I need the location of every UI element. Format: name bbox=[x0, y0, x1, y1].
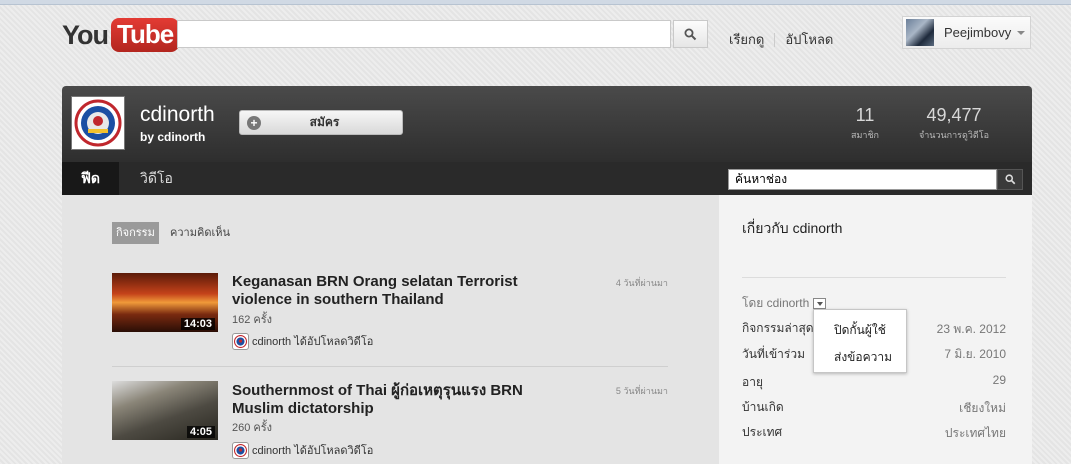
tab-comments[interactable]: ความคิดเห็น bbox=[170, 222, 230, 244]
row-value-hometown: เชียงใหม่ bbox=[959, 401, 1006, 415]
plus-icon: + bbox=[247, 115, 261, 130]
stat-video-views: 49,477 จำนวนการดูวิดีโอ bbox=[909, 105, 999, 142]
subscribe-label: สมัคร bbox=[309, 115, 340, 129]
video-time: 5 วันที่ผ่านมา bbox=[615, 386, 668, 396]
chevron-down-icon bbox=[816, 301, 823, 306]
logo-tube: Tube bbox=[111, 18, 180, 52]
stat-caption: สมาชิก bbox=[850, 130, 880, 140]
search-icon bbox=[1004, 174, 1015, 185]
byline-text: โดย cdinorth bbox=[742, 296, 810, 310]
upload-link[interactable]: อัปโหลด bbox=[785, 29, 833, 50]
row-value-last-activity: 23 พ.ค. 2012 bbox=[936, 322, 1006, 336]
video-title[interactable]: Southernmost of Thai ผู้ก่อเหตุรุนแรง BR… bbox=[232, 382, 562, 418]
video-views: 162 ครั้ง bbox=[232, 314, 273, 326]
channel-header: cdinorth by cdinorth + สมัคร 11 สมาชิก 4… bbox=[62, 86, 1032, 162]
chevron-down-icon bbox=[1017, 30, 1026, 35]
channel-byline: by cdinorth bbox=[140, 130, 206, 144]
uploader-text[interactable]: cdinorth ได้อัปโหลดวิดีโอ bbox=[252, 441, 373, 459]
link-separator bbox=[774, 32, 776, 47]
stat-caption: จำนวนการดูวิดีโอ bbox=[918, 130, 989, 140]
video-thumbnail[interactable]: 4:05 bbox=[112, 381, 218, 440]
stat-subscribers: 11 สมาชิก bbox=[835, 105, 895, 142]
row-label-country: ประเทศ bbox=[742, 425, 783, 439]
row-label-last-activity: กิจกรรมล่าสุด bbox=[742, 321, 814, 335]
stat-number: 11 bbox=[855, 105, 875, 125]
menu-item-send-message[interactable]: ส่งข้อความ bbox=[834, 348, 892, 367]
browse-link[interactable]: เรียกดู bbox=[729, 29, 764, 50]
uploader-line: cdinorth ได้อัปโหลดวิดีโอ bbox=[232, 332, 373, 350]
window-top-border bbox=[0, 0, 1071, 5]
channel-search-button[interactable] bbox=[997, 169, 1023, 190]
tab-activity[interactable]: กิจกรรม bbox=[112, 222, 159, 244]
stat-number: 49,477 bbox=[926, 105, 982, 125]
search-button[interactable] bbox=[673, 20, 708, 48]
video-views: 260 ครั้ง bbox=[232, 422, 273, 434]
channel-search-input[interactable] bbox=[728, 169, 997, 190]
row-label-joined: วันที่เข้าร่วม bbox=[742, 347, 805, 361]
youtube-logo[interactable]: You Tube bbox=[62, 17, 180, 53]
search-icon bbox=[684, 28, 697, 40]
search-input[interactable] bbox=[177, 20, 671, 48]
top-links: เรียกดู อัปโหลด bbox=[729, 29, 833, 50]
row-value-country: ประเทศไทย bbox=[944, 426, 1006, 440]
video-duration: 14:03 bbox=[180, 318, 215, 330]
channel-name: cdinorth bbox=[140, 103, 215, 126]
user-avatar bbox=[906, 19, 934, 46]
channel-avatar[interactable] bbox=[71, 96, 125, 150]
channel-emblem-icon bbox=[232, 441, 249, 459]
row-label-age: อายุ bbox=[742, 375, 763, 389]
row-label-hometown: บ้านเกิด bbox=[742, 400, 784, 414]
video-time: 4 วันที่ผ่านมา bbox=[615, 278, 668, 288]
sidebar-divider bbox=[742, 277, 1006, 278]
menu-item-block-user[interactable]: ปิดกั้นผู้ใช้ bbox=[834, 321, 886, 340]
subscribe-button[interactable]: + สมัคร bbox=[239, 110, 403, 135]
channel-emblem-icon bbox=[74, 99, 122, 147]
options-popup-menu: ปิดกั้นผู้ใช้ ส่งข้อความ bbox=[813, 309, 907, 373]
tab-videos[interactable]: วิดีโอ bbox=[140, 162, 173, 195]
video-duration: 4:05 bbox=[186, 426, 215, 438]
row-value-joined: 7 มิ.ย. 2010 bbox=[944, 347, 1006, 361]
options-dropdown-button[interactable] bbox=[813, 298, 827, 309]
video-thumbnail[interactable]: 14:03 bbox=[112, 273, 218, 332]
row-value-age: 29 bbox=[992, 373, 1006, 387]
logo-you: You bbox=[62, 19, 109, 50]
video-title[interactable]: Keganasan BRN Orang selatan Terrorist vi… bbox=[232, 273, 562, 309]
user-menu-button[interactable]: Peejimbovy bbox=[902, 16, 1031, 49]
feed-divider bbox=[112, 366, 668, 367]
uploader-text[interactable]: cdinorth ได้อัปโหลดวิดีโอ bbox=[252, 332, 373, 350]
username: Peejimbovy bbox=[944, 25, 1012, 40]
channel-emblem-icon bbox=[232, 332, 249, 350]
tab-feed[interactable]: ฟีด bbox=[62, 162, 119, 195]
about-title: เกี่ยวกับ cdinorth bbox=[742, 220, 843, 236]
uploader-line: cdinorth ได้อัปโหลดวิดีโอ bbox=[232, 441, 373, 459]
